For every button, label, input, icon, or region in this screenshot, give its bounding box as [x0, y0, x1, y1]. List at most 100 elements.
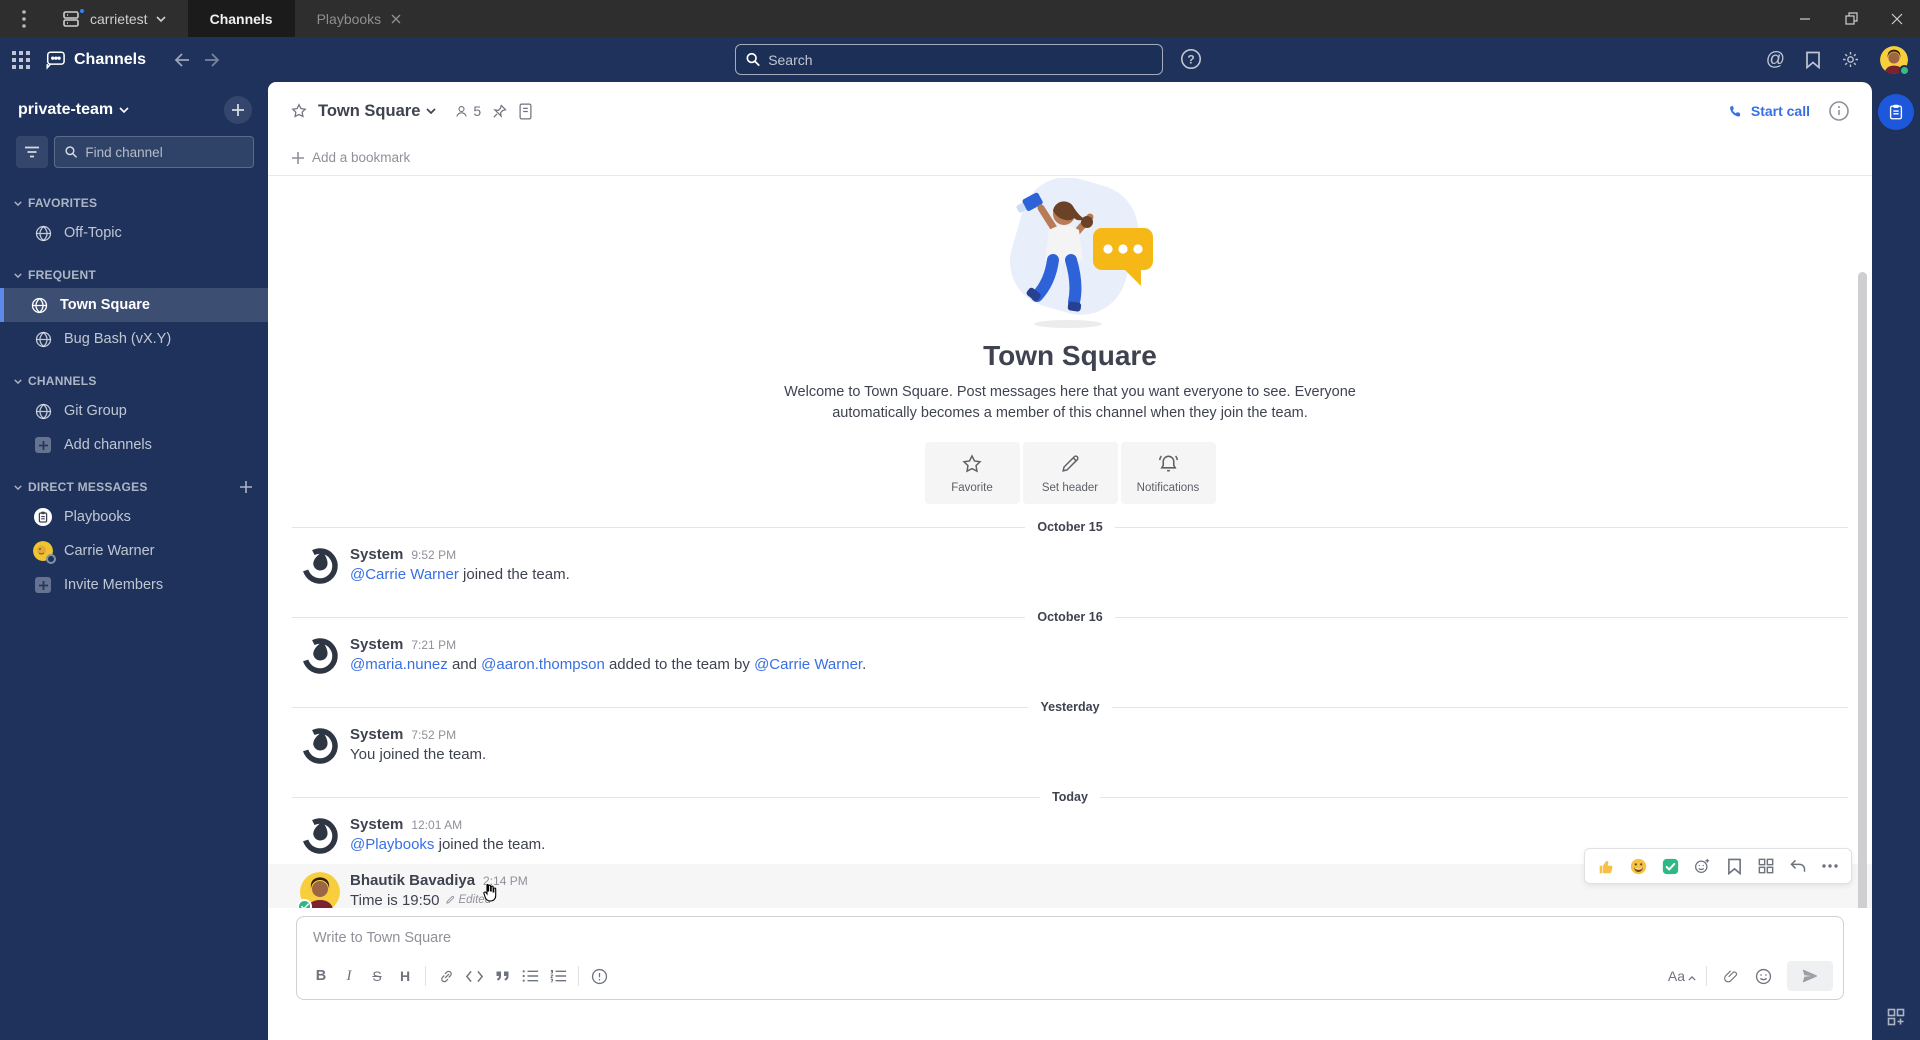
chevron-down-icon — [156, 15, 166, 22]
playbooks-appbar-icon[interactable] — [1878, 94, 1914, 130]
channel-name-menu[interactable]: Town Square — [318, 102, 436, 121]
help-icon[interactable]: ? — [1180, 48, 1202, 70]
user-post-hovered[interactable]: Bhautik Bavadiya 2:14 PM Time is 19:50 Edi… — [268, 848, 1872, 908]
sidebar-item-add-channels[interactable]: Add channels — [0, 428, 268, 462]
app-marketplace-icon[interactable] — [1887, 1008, 1905, 1026]
channel-header: Town Square 5 Start call — [268, 82, 1872, 140]
mention-link[interactable]: @aaron.thompson — [481, 656, 605, 673]
user-avatar[interactable] — [1880, 45, 1910, 76]
heading-button[interactable]: H — [391, 963, 419, 989]
message-list[interactable]: Town Square Welcome to Town Square. Post… — [268, 176, 1872, 908]
add-direct-message-icon[interactable] — [240, 481, 252, 493]
italic-button[interactable]: I — [335, 963, 363, 989]
mention-link[interactable]: @maria.nunez — [350, 656, 448, 673]
system-post-1[interactable]: System 9:52 PM @Carrie Warner joined the … — [268, 538, 1872, 594]
global-header: Channels ? @ — [0, 37, 1920, 82]
channel-info-icon[interactable] — [1828, 100, 1850, 122]
formatting-toggle-button[interactable]: Aa — [1668, 968, 1696, 984]
mention-link[interactable]: @Playbooks — [350, 836, 434, 853]
emoji-picker-icon[interactable] — [1749, 963, 1777, 989]
svg-text:?: ? — [1187, 53, 1194, 67]
section-favorites[interactable]: FAVORITES — [0, 192, 268, 216]
intro-favorite-button[interactable]: Favorite — [924, 442, 1020, 505]
strikethrough-button[interactable]: S — [363, 963, 391, 989]
post-username[interactable]: Bhautik Bavadiya — [350, 872, 475, 889]
find-channel-input[interactable] — [85, 144, 243, 160]
search-input[interactable] — [768, 51, 1152, 68]
sidebar-item-invite-members[interactable]: Invite Members — [0, 568, 268, 602]
white-check-mark-reaction-button[interactable] — [1655, 853, 1685, 879]
intro-notifications-button[interactable]: Notifications — [1120, 442, 1216, 505]
member-count-button[interactable]: 5 — [454, 103, 481, 119]
history-back-icon[interactable] — [174, 52, 190, 67]
app-menu-kebab-icon[interactable] — [0, 0, 48, 37]
channel-files-icon[interactable] — [518, 103, 533, 120]
code-button[interactable] — [460, 963, 488, 989]
section-direct-messages[interactable]: DIRECT MESSAGES — [0, 476, 268, 500]
intro-set-header-button[interactable]: Set header — [1022, 442, 1118, 505]
mention-link[interactable]: @Carrie Warner — [754, 656, 862, 673]
pinned-posts-icon[interactable] — [491, 103, 508, 120]
message-input[interactable]: Write to Town Square — [297, 917, 1843, 959]
numbered-list-button[interactable] — [544, 963, 572, 989]
window-close-button[interactable] — [1874, 0, 1920, 37]
message-list-scrollbar[interactable] — [1858, 272, 1867, 908]
post-username[interactable]: System — [350, 636, 403, 653]
saved-posts-icon[interactable] — [1805, 51, 1821, 69]
reply-icon[interactable] — [1783, 853, 1813, 879]
post-username[interactable]: System — [350, 726, 403, 743]
sidebar-item-bug-bash[interactable]: Bug Bash (vX.Y) — [0, 322, 268, 356]
post-username[interactable]: System — [350, 546, 403, 563]
tab-channels[interactable]: Channels — [187, 0, 295, 37]
app-bar — [1872, 82, 1920, 1040]
sidebar-item-town-square[interactable]: Town Square — [0, 288, 268, 322]
thumbs-up-reaction-button[interactable] — [1591, 853, 1621, 879]
more-actions-icon[interactable] — [1815, 853, 1845, 879]
post-timestamp: 12:01 AM — [411, 818, 463, 833]
window-restore-button[interactable] — [1828, 0, 1874, 37]
find-channel-box[interactable] — [54, 136, 254, 168]
grin-reaction-button[interactable] — [1623, 853, 1653, 879]
bulleted-list-button[interactable] — [516, 963, 544, 989]
system-post-2[interactable]: System 7:21 PM @maria.nunez and @aaron.th… — [268, 628, 1872, 684]
start-call-button[interactable]: Start call — [1728, 103, 1810, 119]
window-minimize-button[interactable] — [1782, 0, 1828, 37]
server-icon — [62, 6, 86, 28]
attach-file-icon[interactable] — [1717, 963, 1745, 989]
add-reaction-icon[interactable] — [1687, 853, 1717, 879]
post-username[interactable]: System — [350, 816, 403, 833]
close-tab-icon[interactable] — [391, 14, 401, 24]
actions-grid-icon[interactable] — [1751, 853, 1781, 879]
settings-gear-icon[interactable] — [1841, 50, 1860, 69]
add-channel-plus-button[interactable] — [224, 96, 252, 124]
quote-button[interactable] — [488, 963, 516, 989]
channel-filter-icon[interactable] — [16, 136, 48, 168]
server-selector[interactable]: carrietest — [48, 0, 188, 37]
mentions-icon[interactable]: @ — [1766, 50, 1785, 69]
favorite-star-icon[interactable] — [290, 102, 308, 120]
bhautik-avatar[interactable] — [297, 872, 340, 908]
search-box[interactable] — [735, 44, 1163, 75]
section-channels[interactable]: CHANNELS — [0, 370, 268, 394]
product-switcher-icon[interactable] — [12, 50, 30, 69]
history-forward-icon[interactable] — [204, 52, 220, 67]
sidebar-item-carrie-warner-dm[interactable]: Carrie Warner — [0, 534, 268, 568]
post-hover-toolbar — [1584, 848, 1852, 885]
link-button[interactable] — [432, 963, 460, 989]
bold-button[interactable]: B — [307, 963, 335, 989]
message-composer[interactable]: Write to Town Square B I S H Aa — [296, 916, 1844, 1000]
sidebar-item-git-group[interactable]: Git Group — [0, 394, 268, 428]
team-menu[interactable]: private-team — [18, 101, 129, 119]
chevron-down-icon — [119, 107, 129, 113]
date-separator: Today — [292, 790, 1848, 804]
tab-playbooks[interactable]: Playbooks — [295, 0, 424, 37]
system-post-3[interactable]: System 7:52 PM You joined the team. — [268, 718, 1872, 774]
mention-link[interactable]: @Carrie Warner — [350, 566, 459, 583]
add-bookmark-bar[interactable]: Add a bookmark — [268, 140, 1872, 176]
sidebar-item-off-topic[interactable]: Off-Topic — [0, 216, 268, 250]
save-post-icon[interactable] — [1719, 853, 1749, 879]
section-frequent[interactable]: FREQUENT — [0, 264, 268, 288]
sidebar-item-playbooks-dm[interactable]: Playbooks — [0, 500, 268, 534]
send-message-button[interactable] — [1787, 961, 1833, 991]
message-priority-icon[interactable] — [585, 963, 613, 989]
